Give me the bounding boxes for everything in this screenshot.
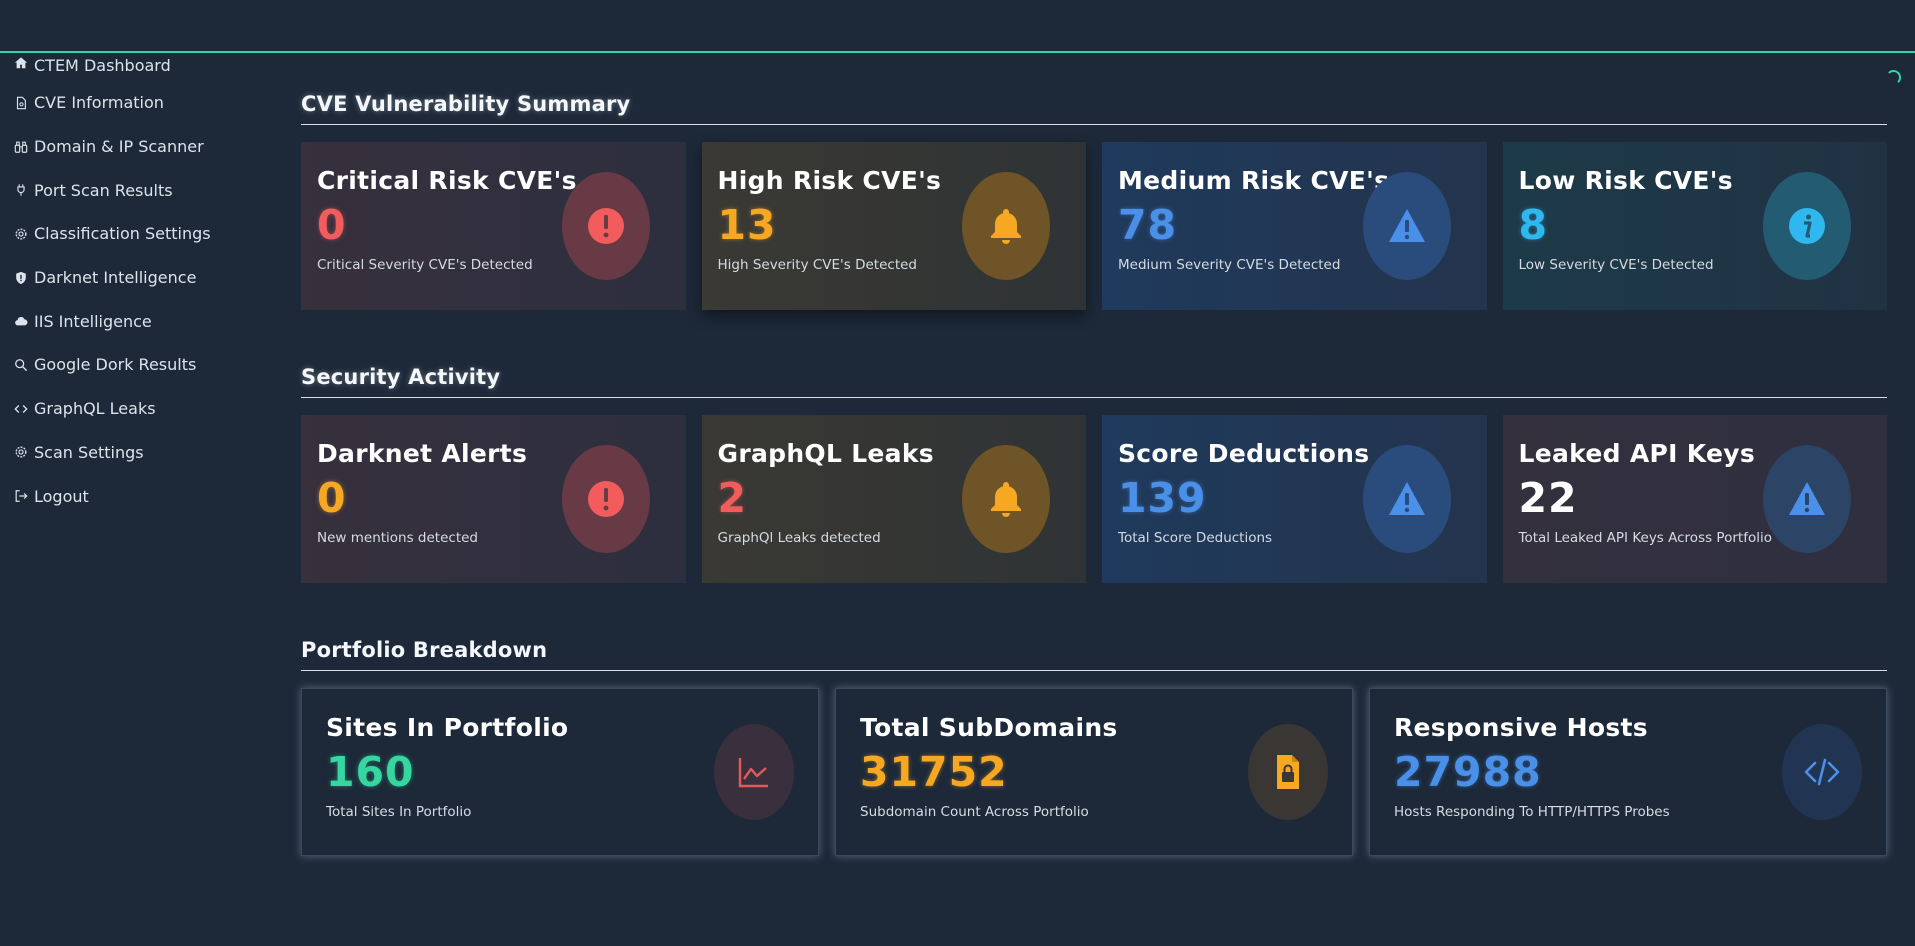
sidebar-item-label: Domain & IP Scanner [34,137,204,157]
warning-icon [1362,172,1451,280]
low-risk-card[interactable]: Low Risk CVE's 8 Low Severity CVE's Dete… [1502,142,1887,310]
card-subtitle: Subdomain Count Across Portfolio [860,804,1089,820]
sidebar-item-label: Logout [34,486,89,506]
high-risk-card[interactable]: High Risk CVE's 13 High Severity CVE's D… [701,142,1086,310]
sidebar-item-graphql-leaks[interactable]: GraphQL Leaks [0,387,270,431]
darknet-alerts-card[interactable]: Darknet Alerts 0 New mentions detected [301,415,686,583]
card-subtitle: Hosts Responding To HTTP/HTTPS Probes [1394,804,1670,820]
gear-icon [14,445,28,459]
chart-icon [714,724,794,820]
sidebar-item-cve-information[interactable]: CVE Information [0,81,270,125]
sidebar-item-label: CTEM Dashboard [34,56,171,75]
search-icon [14,358,28,372]
warning-icon [1362,445,1451,553]
loading-spinner-icon [1886,70,1901,85]
sidebar-item-ctem-dashboard[interactable]: CTEM Dashboard [0,56,270,81]
sidebar-item-label: IIS Intelligence [34,311,152,331]
main-content: CVE Vulnerability Summary Critical Risk … [301,92,1887,856]
bell-icon [962,445,1050,553]
lock-file-icon [1248,724,1328,820]
score-deductions-card[interactable]: Score Deductions 139 Total Score Deducti… [1102,415,1487,583]
gear-icon [14,227,28,241]
card-subtitle: Total Sites In Portfolio [326,804,472,820]
graphql-leaks-card[interactable]: GraphQL Leaks 2 GraphQl Leaks detected [701,415,1086,583]
sidebar-item-label: Port Scan Results [34,180,173,200]
sidebar-item-classification-settings[interactable]: Classification Settings [0,212,270,256]
sidebar-item-darknet-intelligence[interactable]: Darknet Intelligence [0,256,270,300]
code-icon [14,402,28,416]
card-title: Responsive Hosts [1394,713,1648,742]
sidebar: CTEM Dashboard CVE Information Domain & … [0,56,270,518]
exclamation-icon [561,172,650,280]
leaked-api-keys-card[interactable]: Leaked API Keys 22 Total Leaked API Keys… [1502,415,1887,583]
sidebar-item-domain-ip-scanner[interactable]: Domain & IP Scanner [0,125,270,169]
section-title-portfolio: Portfolio Breakdown [301,638,1887,671]
sidebar-item-label: Scan Settings [34,442,144,462]
sidebar-item-port-scan-results[interactable]: Port Scan Results [0,168,270,212]
sidebar-item-label: Classification Settings [34,224,211,244]
cloud-icon [14,314,28,328]
file-icon [14,96,28,110]
bell-icon [962,172,1050,280]
exclamation-icon [561,445,650,553]
medium-risk-card[interactable]: Medium Risk CVE's 78 Medium Severity CVE… [1102,142,1487,310]
warning-icon [1763,445,1851,553]
sidebar-item-google-dork-results[interactable]: Google Dork Results [0,343,270,387]
card-title: Sites In Portfolio [326,713,569,742]
sidebar-item-label: Google Dork Results [34,355,197,375]
total-subdomains-card[interactable]: Total SubDomains 31752 Subdomain Count A… [835,688,1353,856]
sidebar-item-logout[interactable]: Logout [0,474,270,518]
sites-in-portfolio-card[interactable]: Sites In Portfolio 160 Total Sites In Po… [301,688,819,856]
top-bar [0,0,1915,53]
critical-risk-card[interactable]: Critical Risk CVE's 0 Critical Severity … [301,142,686,310]
security-card-row: Darknet Alerts 0 New mentions detected G… [301,415,1887,583]
portfolio-card-row: Sites In Portfolio 160 Total Sites In Po… [301,688,1887,856]
plug-icon [14,183,28,197]
cve-card-row: Critical Risk CVE's 0 Critical Severity … [301,142,1887,310]
code-icon [1782,724,1862,820]
binoculars-icon [14,140,28,154]
sidebar-item-iis-intelligence[interactable]: IIS Intelligence [0,299,270,343]
logout-icon [14,489,28,503]
card-title: Total SubDomains [860,713,1118,742]
section-title-security-activity: Security Activity [301,365,1887,398]
sidebar-item-label: Darknet Intelligence [34,268,197,288]
shield-icon [14,271,28,285]
sidebar-item-scan-settings[interactable]: Scan Settings [0,431,270,475]
responsive-hosts-card[interactable]: Responsive Hosts 27988 Hosts Responding … [1369,688,1887,856]
home-icon [14,56,28,70]
sidebar-item-label: GraphQL Leaks [34,399,156,419]
section-title-cve-summary: CVE Vulnerability Summary [301,92,1887,125]
sidebar-item-label: CVE Information [34,93,164,113]
info-icon [1763,172,1851,280]
